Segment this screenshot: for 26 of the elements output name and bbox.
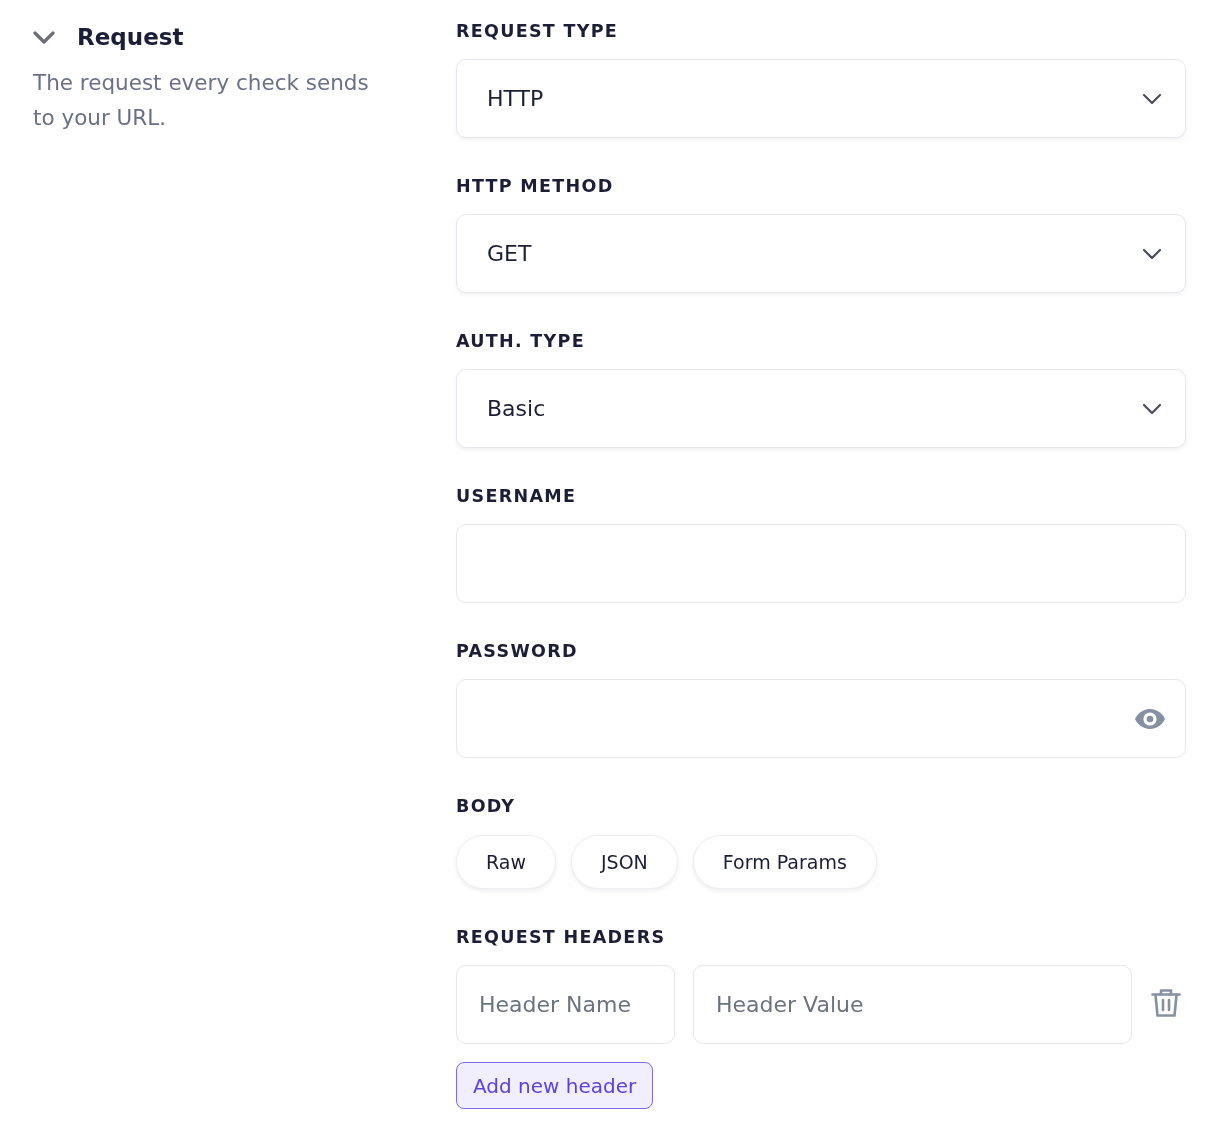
field-label: REQUEST HEADERS [456, 926, 666, 949]
body-type-button[interactable]: Raw [456, 835, 556, 889]
chevron-down-icon[interactable] [33, 30, 55, 44]
dropdown[interactable]: Basic [456, 369, 1186, 448]
chevron-down-icon [1142, 247, 1162, 260]
trash-icon[interactable] [1150, 986, 1182, 1019]
body-type-button[interactable]: Form Params [692, 835, 877, 889]
dropdown[interactable]: HTTP [456, 59, 1186, 138]
header-value-field[interactable]: Header Value [693, 965, 1132, 1044]
body-type-button[interactable]: JSON [570, 835, 678, 889]
section-description: The request every check sends to your URL. [33, 69, 370, 132]
chevron-down-icon [1142, 92, 1162, 105]
password-field[interactable] [456, 679, 1186, 758]
field-label: HTTP METHOD [456, 175, 614, 198]
text-field[interactable] [456, 524, 1186, 603]
add-header-button[interactable]: Add new header [456, 1062, 654, 1109]
field-label: REQUEST TYPE [456, 20, 619, 43]
field-label: USERNAME [456, 485, 577, 508]
eye-icon[interactable] [1134, 707, 1166, 730]
field-label: AUTH. TYPE [456, 330, 585, 353]
header-name-field[interactable]: Header Name [456, 965, 675, 1044]
field-label: BODY [456, 795, 516, 818]
section-title: Request [77, 23, 184, 52]
chevron-down-icon [1142, 402, 1162, 415]
dropdown[interactable]: GET [456, 214, 1186, 293]
field-label: PASSWORD [456, 640, 578, 663]
